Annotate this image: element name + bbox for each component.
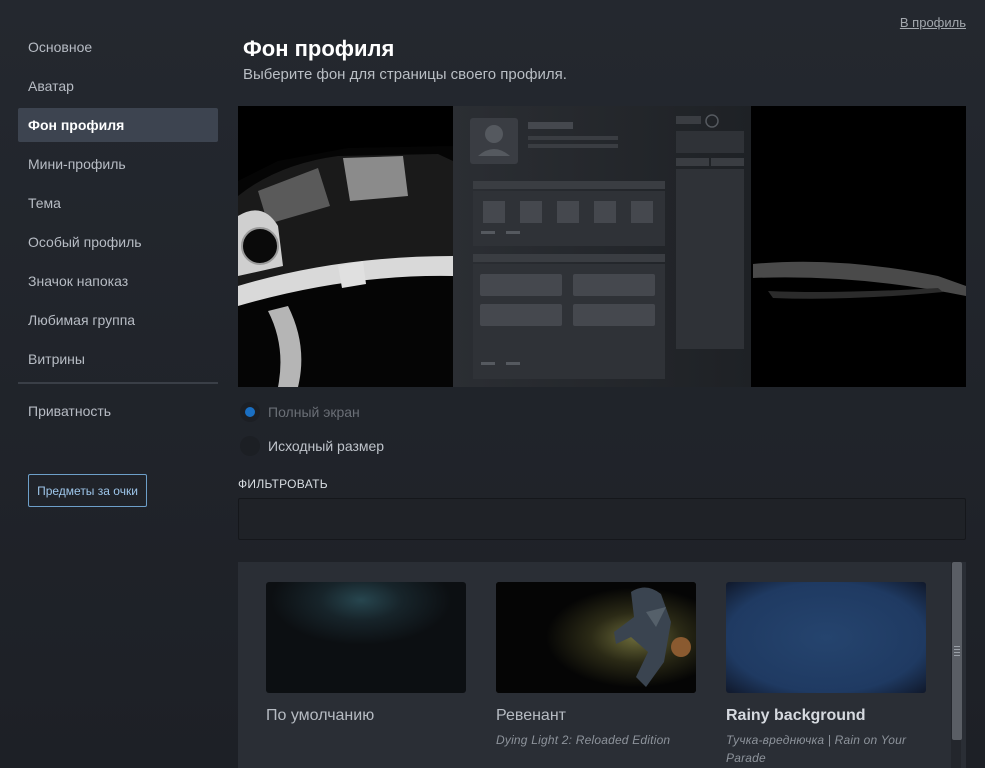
background-item-game: Dying Light 2: Reloaded Edition <box>496 733 671 747</box>
revenant-thumb-image <box>496 582 696 693</box>
sidebar-item-privacy[interactable]: Приватность <box>18 394 218 428</box>
radio-fullscreen[interactable]: Полный экран <box>240 402 360 422</box>
backgrounds-scrollbar-thumb[interactable] <box>952 562 962 740</box>
background-thumb-default[interactable] <box>266 582 466 693</box>
background-item-game: Тучка-вреднючка | Rain on Your Parade <box>726 733 907 765</box>
background-item-rainy[interactable]: Rainy background Тучка-вреднючка | Rain … <box>726 582 926 767</box>
filter-input[interactable] <box>238 498 966 540</box>
radio-original-size-indicator[interactable] <box>240 436 260 456</box>
backgrounds-panel: По умолчанию Ревенант Dying Light 2: Rel… <box>238 562 966 768</box>
page-title: Фон профиля <box>243 36 395 61</box>
background-item-name: По умолчанию <box>266 707 375 724</box>
background-item-name: Ревенант <box>496 707 566 724</box>
sidebar-item-special-profile[interactable]: Особый профиль <box>18 225 218 259</box>
sidebar-item-general[interactable]: Основное <box>18 30 218 64</box>
sidebar-item-featured-badge[interactable]: Значок напоказ <box>18 264 218 298</box>
sidebar-divider <box>18 382 218 384</box>
sidebar-item-avatar[interactable]: Аватар <box>18 69 218 103</box>
radio-fullscreen-indicator[interactable] <box>240 402 260 422</box>
settings-sidebar: Основное Аватар Фон профиля Мини-профиль… <box>18 30 218 507</box>
background-thumb-revenant[interactable] <box>496 582 696 693</box>
sidebar-item-theme[interactable]: Тема <box>18 186 218 220</box>
sidebar-item-mini-profile[interactable]: Мини-профиль <box>18 147 218 181</box>
background-thumb-rainy[interactable] <box>726 582 926 693</box>
background-item-name: Rainy background <box>726 707 866 724</box>
radio-original-size[interactable]: Исходный размер <box>240 436 384 456</box>
sidebar-item-favorite-group[interactable]: Любимая группа <box>18 303 218 337</box>
car-background-preview-image <box>238 106 966 387</box>
backgrounds-scrollbar[interactable] <box>951 562 962 768</box>
background-item-default[interactable]: По умолчанию <box>266 582 466 731</box>
scrollbar-grip-icon <box>954 646 960 656</box>
page-subtitle: Выберите фон для страницы своего профиля… <box>243 66 567 83</box>
background-preview <box>238 106 966 387</box>
back-to-profile-link[interactable]: В профиль <box>900 15 966 30</box>
radio-fullscreen-label: Полный экран <box>268 404 360 420</box>
background-item-revenant[interactable]: Ревенант Dying Light 2: Reloaded Edition <box>496 582 696 749</box>
points-shop-button[interactable]: Предметы за очки <box>28 474 147 507</box>
sidebar-item-profile-background[interactable]: Фон профиля <box>18 108 218 142</box>
filter-label: ФИЛЬТРОВАТЬ <box>238 477 328 491</box>
radio-original-size-label: Исходный размер <box>268 438 385 454</box>
sidebar-item-showcases[interactable]: Витрины <box>18 342 218 376</box>
